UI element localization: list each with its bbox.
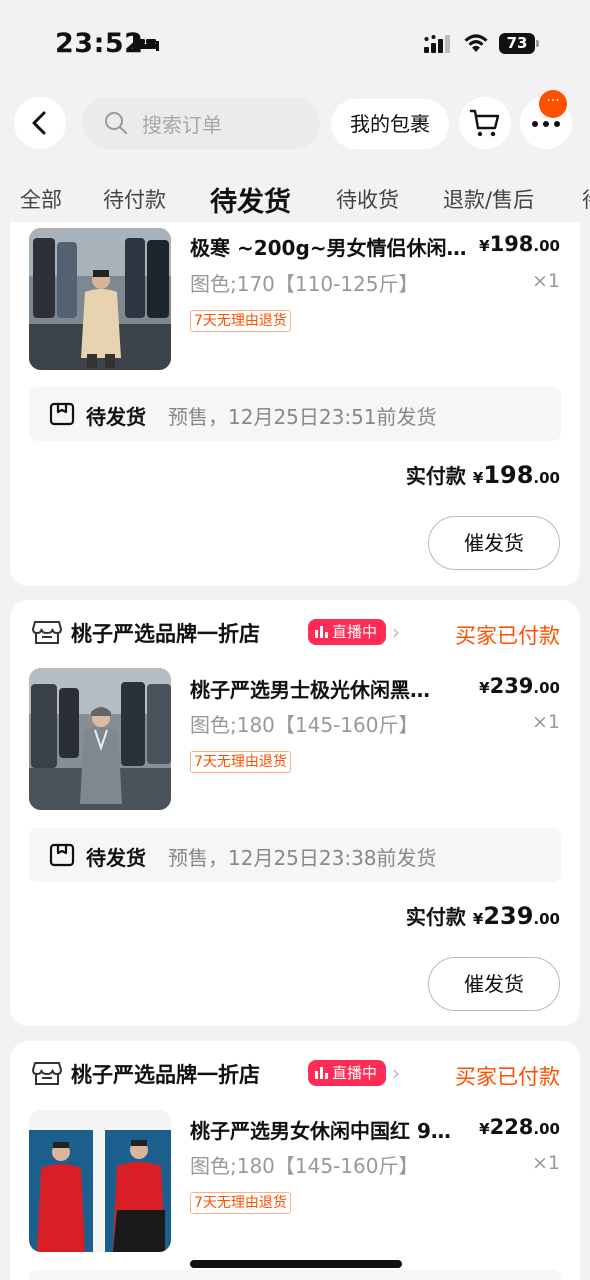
- chevron-left-icon: [32, 111, 46, 135]
- shipping-info[interactable]: [29, 1270, 561, 1280]
- price-currency: ¥: [479, 679, 490, 697]
- package-icon: [49, 843, 75, 867]
- package-icon: [49, 402, 75, 426]
- store-icon: [32, 621, 62, 644]
- amount-paid: 实付款 ¥239.00: [406, 901, 560, 930]
- product-price: ¥198.00: [479, 232, 560, 256]
- tab-pending-receipt[interactable]: 待收货: [336, 184, 399, 214]
- product-photo-icon: [29, 228, 171, 370]
- battery-tip: [536, 40, 539, 47]
- shop-name[interactable]: 桃子严选品牌一折店: [71, 1059, 260, 1089]
- product-quantity: ×1: [531, 1152, 560, 1174]
- shipping-status: 待发货: [86, 405, 146, 429]
- live-bars-icon: [315, 1067, 328, 1079]
- return-policy-tag: 7天无理由退货: [190, 1192, 291, 1214]
- order-card: 桃子严选品牌一折店 直播中 › 买家已付款 桃子严选男女休闲中国红 9… ¥22…: [10, 1041, 580, 1280]
- message-badge: ···: [539, 90, 567, 118]
- product-price: ¥239.00: [479, 674, 560, 698]
- product-title[interactable]: 桃子严选男女休闲中国红 9…: [190, 1115, 490, 1144]
- store-icon: [32, 1062, 62, 1085]
- amount-currency: ¥: [472, 910, 484, 928]
- urge-shipment-button[interactable]: 催发货: [428, 516, 560, 570]
- battery-level: 73: [499, 33, 535, 54]
- urge-shipment-button[interactable]: 催发货: [428, 957, 560, 1011]
- home-indicator[interactable]: [190, 1260, 402, 1268]
- product-image[interactable]: [29, 228, 171, 370]
- shipping-status: 待发货: [86, 846, 146, 870]
- order-tabs: 全部 待付款 待发货 待收货 退款/售后 待: [0, 170, 590, 226]
- amount-integer: 198: [483, 461, 534, 489]
- product-sku: 图色;180【145-160斤】: [190, 1154, 419, 1178]
- shipping-info[interactable]: 待发货 预售，12月25日23:38前发货: [29, 828, 561, 882]
- sleep-focus-icon: [133, 36, 159, 51]
- tab-pending-payment[interactable]: 待付款: [103, 184, 166, 214]
- price-currency: ¥: [479, 1120, 490, 1138]
- product-price: ¥228.00: [479, 1115, 560, 1139]
- product-quantity: ×1: [531, 711, 560, 733]
- price-integer: 239: [489, 674, 534, 698]
- status-bar: 23:52 73: [0, 0, 590, 90]
- back-button[interactable]: [14, 97, 66, 149]
- price-currency: ¥: [479, 237, 490, 255]
- product-quantity: ×1: [531, 270, 560, 292]
- search-input[interactable]: 搜索订单: [82, 97, 320, 149]
- order-status: 买家已付款: [455, 1065, 560, 1089]
- amount-integer: 239: [483, 902, 534, 930]
- amount-paid-label: 实付款: [405, 905, 466, 929]
- price-decimal: .00: [533, 679, 560, 697]
- order-status: 买家已付款: [455, 624, 560, 648]
- battery-indicator: 73: [499, 33, 539, 54]
- tab-pending-shipment[interactable]: 待发货: [210, 180, 291, 219]
- product-image[interactable]: [29, 668, 171, 810]
- shipping-info[interactable]: 待发货 预售，12月25日23:51前发货: [29, 387, 561, 441]
- product-title[interactable]: 桃子严选男士极光休闲黑…: [190, 674, 490, 703]
- wifi-icon: [464, 34, 488, 52]
- amount-paid-label: 实付款: [405, 464, 466, 488]
- price-decimal: .00: [533, 1120, 560, 1138]
- shipping-deadline: 预售，12月25日23:38前发货: [168, 846, 437, 870]
- order-card: 桃子严选品牌一折店 直播中 › 买家已付款 桃子严选男士极光休闲黑… ¥239.…: [10, 600, 580, 1026]
- price-integer: 228: [489, 1115, 534, 1139]
- search-placeholder: 搜索订单: [142, 113, 222, 137]
- cellular-signal-icon: [424, 35, 450, 53]
- cart-icon: [469, 109, 500, 137]
- live-label: 直播中: [332, 623, 378, 641]
- product-sku: 图色;180【145-160斤】: [190, 713, 419, 737]
- product-image[interactable]: [29, 1110, 171, 1252]
- tab-all[interactable]: 全部: [20, 184, 62, 214]
- price-decimal: .00: [533, 237, 560, 255]
- search-icon: [105, 112, 127, 134]
- return-policy-tag: 7天无理由退货: [190, 751, 291, 773]
- product-photo-icon: [29, 1110, 171, 1252]
- product-sku: 图色;170【110-125斤】: [190, 272, 419, 296]
- tab-pending-review[interactable]: 待: [582, 184, 590, 214]
- live-badge[interactable]: 直播中: [308, 1060, 386, 1086]
- product-photo-icon: [29, 668, 171, 810]
- order-card: 极寒 ~200g~男女情侣休闲… ¥198.00 图色;170【110-125斤…: [10, 222, 580, 586]
- price-integer: 198: [489, 232, 534, 256]
- product-title[interactable]: 极寒 ~200g~男女情侣休闲…: [190, 232, 490, 261]
- status-time: 23:52: [55, 28, 144, 59]
- shipping-deadline: 预售，12月25日23:51前发货: [168, 405, 437, 429]
- my-parcels-button[interactable]: 我的包裹: [331, 99, 449, 149]
- live-bars-icon: [315, 626, 328, 638]
- shop-name[interactable]: 桃子严选品牌一折店: [71, 618, 260, 648]
- return-policy-tag: 7天无理由退货: [190, 310, 291, 332]
- amount-paid: 实付款 ¥198.00: [406, 460, 560, 489]
- live-label: 直播中: [332, 1064, 378, 1082]
- amount-decimal: .00: [533, 469, 560, 487]
- amount-decimal: .00: [533, 910, 560, 928]
- tab-refund-aftersales[interactable]: 退款/售后: [443, 184, 534, 214]
- amount-currency: ¥: [472, 469, 484, 487]
- chevron-right-icon[interactable]: ›: [392, 1061, 400, 1085]
- chevron-right-icon[interactable]: ›: [392, 620, 400, 644]
- cart-button[interactable]: [459, 97, 511, 149]
- live-badge[interactable]: 直播中: [308, 619, 386, 645]
